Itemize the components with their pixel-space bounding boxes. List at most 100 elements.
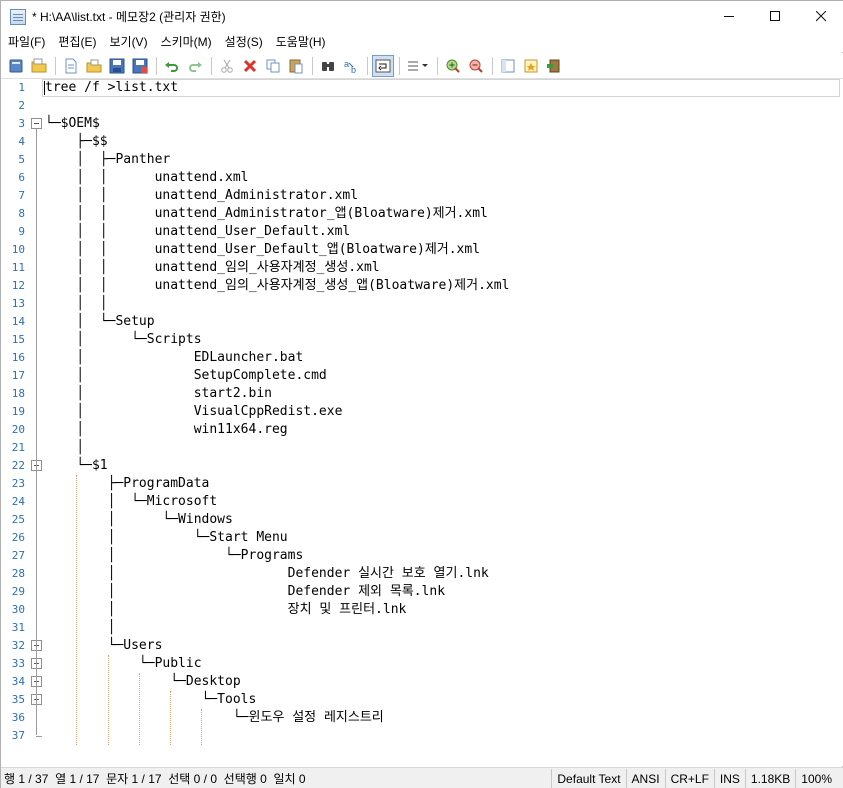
undo-button[interactable] (161, 55, 183, 77)
text-line[interactable]: └─$OEM$ (45, 115, 100, 133)
file-size-status: 1.18KB (744, 768, 795, 788)
text-line[interactable]: │ │ unattend_User_Default.xml (45, 223, 350, 241)
notepad-app-icon[interactable] (10, 8, 26, 25)
text-line[interactable]: │ SetupComplete.cmd (45, 367, 326, 385)
line-number: 14 (11, 315, 25, 328)
minimize-button[interactable] (706, 1, 752, 32)
text-line[interactable]: │ │ unattend_임의_사용자계정_생성_앱(Bloatware)제거.… (45, 277, 509, 295)
line-number: 29 (11, 585, 25, 598)
title-bar[interactable]: * H:\AA\list.txt - 메모장2 (관리자 권한) (1, 1, 843, 32)
open-icon (31, 58, 47, 72)
text-line[interactable]: │ │ unattend_Administrator_앱(Bloatware)제… (45, 205, 488, 223)
text-line[interactable]: │ │ unattend_임의_사용자계정_생성.xml (45, 259, 379, 277)
line-number: 18 (11, 387, 25, 400)
open-folder-button[interactable] (83, 55, 105, 77)
text-line[interactable]: │ win11x64.reg (45, 421, 287, 439)
line-number: 17 (11, 369, 25, 382)
exit-button[interactable] (543, 55, 565, 77)
menu-schema[interactable]: 스키마(M) (154, 32, 218, 52)
text-line[interactable]: └─윈도우 설정 레지스트리 (45, 709, 384, 727)
open-button[interactable] (28, 55, 50, 77)
line-number: 33 (11, 657, 25, 670)
paste-button[interactable] (285, 55, 307, 77)
line-ending-status[interactable]: CR+LF (664, 768, 714, 788)
text-line[interactable]: │ start2.bin (45, 385, 272, 403)
schema-button[interactable] (404, 55, 432, 77)
zoom-in-button[interactable] (442, 55, 464, 77)
text-line[interactable]: │ └─Start Menu (45, 529, 288, 547)
text-line[interactable]: │ │ unattend_User_Default_앱(Bloatware)제거… (45, 241, 480, 259)
browse-button[interactable] (60, 55, 82, 77)
text-line[interactable]: ├─ProgramData (45, 475, 210, 493)
delete-button[interactable] (239, 55, 261, 77)
text-line[interactable]: └─$1 (45, 457, 107, 475)
text-line[interactable]: └─Desktop (45, 673, 240, 691)
line-number: 10 (11, 243, 25, 256)
menu-edit[interactable]: 편집(E) (51, 32, 102, 52)
line-number: 37 (11, 729, 25, 742)
new-button[interactable] (5, 55, 27, 77)
fold-end-mark (36, 736, 42, 737)
text-line[interactable]: │ (45, 439, 84, 457)
text-line[interactable]: │ Defender 실시간 보호 열기.lnk (45, 565, 489, 583)
text-line[interactable]: │ └─Programs (45, 547, 304, 565)
text-line[interactable]: tree /f >list.txt (45, 79, 178, 97)
cut-button[interactable] (216, 55, 238, 77)
open-folder-icon (86, 59, 102, 72)
save-as-button[interactable] (129, 55, 151, 77)
encoding-status[interactable]: ANSI (625, 768, 665, 788)
text-line[interactable]: │ └─Scripts (45, 331, 201, 349)
indent-guide (170, 691, 172, 745)
text-line[interactable]: │ Defender 제외 목록.lnk (45, 583, 445, 601)
line-number: 2 (18, 99, 25, 112)
fold-toggle-icon[interactable] (31, 118, 42, 129)
line-number: 25 (11, 513, 25, 526)
editor-area[interactable]: 1 2 3 4 5 6 7 8 9 10 11 12 13 14 15 16 17 18 19 20 21 22 23 24 2… (1, 78, 843, 766)
word-wrap-icon (375, 59, 391, 72)
text-line[interactable]: │ (45, 619, 116, 637)
indent-guide (138, 673, 140, 745)
text-line[interactable]: └─Public (45, 655, 202, 673)
text-line[interactable]: │ └─Microsoft (45, 493, 218, 511)
zoom-status[interactable]: 100% (795, 768, 843, 788)
menu-file[interactable]: 파일(F) (1, 32, 51, 52)
line-number: 27 (11, 549, 25, 562)
save-button[interactable] (106, 55, 128, 77)
copy-button[interactable] (262, 55, 284, 77)
menu-help[interactable]: 도움말(H) (269, 32, 332, 52)
find-button[interactable] (317, 55, 339, 77)
settings-button[interactable] (497, 55, 519, 77)
text-line[interactable]: │ ├─Panther (45, 151, 170, 169)
text-line[interactable]: │ VisualCppRedist.exe (45, 403, 342, 421)
text-line[interactable]: │ 장치 및 프린터.lnk (45, 601, 407, 619)
indent-guide (76, 475, 78, 745)
text-line[interactable]: │ │ unattend.xml (45, 169, 248, 187)
word-wrap-button[interactable] (372, 54, 394, 77)
fold-guide-line (36, 129, 37, 735)
text-line[interactable]: ├─$$ (45, 133, 107, 151)
text-line[interactable]: └─Users (45, 637, 163, 655)
maximize-button[interactable] (752, 1, 798, 32)
text-line[interactable]: │ │ unattend_Administrator.xml (45, 187, 358, 205)
text-line[interactable]: │ └─Setup (45, 313, 154, 331)
insert-mode-status[interactable]: INS (713, 768, 745, 788)
indent-guide (201, 709, 203, 745)
line-number: 24 (11, 495, 25, 508)
close-button[interactable] (798, 1, 843, 32)
text-line[interactable]: │ └─Windows (45, 511, 233, 529)
zoom-out-button[interactable] (465, 55, 487, 77)
redo-button[interactable] (184, 55, 206, 77)
redo-icon (189, 61, 202, 72)
favorites-button[interactable] (520, 55, 542, 77)
text-content[interactable]: tree /f >list.txt └─$OEM$ ├─$$ │ ├─Panthe… (43, 79, 843, 766)
menu-view[interactable]: 보기(V) (102, 32, 153, 52)
paste-icon (289, 59, 303, 73)
menu-settings[interactable]: 설정(S) (218, 32, 269, 52)
line-number: 13 (11, 297, 25, 310)
text-line[interactable]: │ EDLauncher.bat (45, 349, 303, 367)
schema-status[interactable]: Default Text (551, 768, 625, 788)
line-number: 30 (11, 603, 25, 616)
settings-icon (501, 59, 515, 72)
text-line[interactable]: │ │ (45, 295, 107, 313)
replace-button[interactable]: ab (340, 55, 362, 77)
